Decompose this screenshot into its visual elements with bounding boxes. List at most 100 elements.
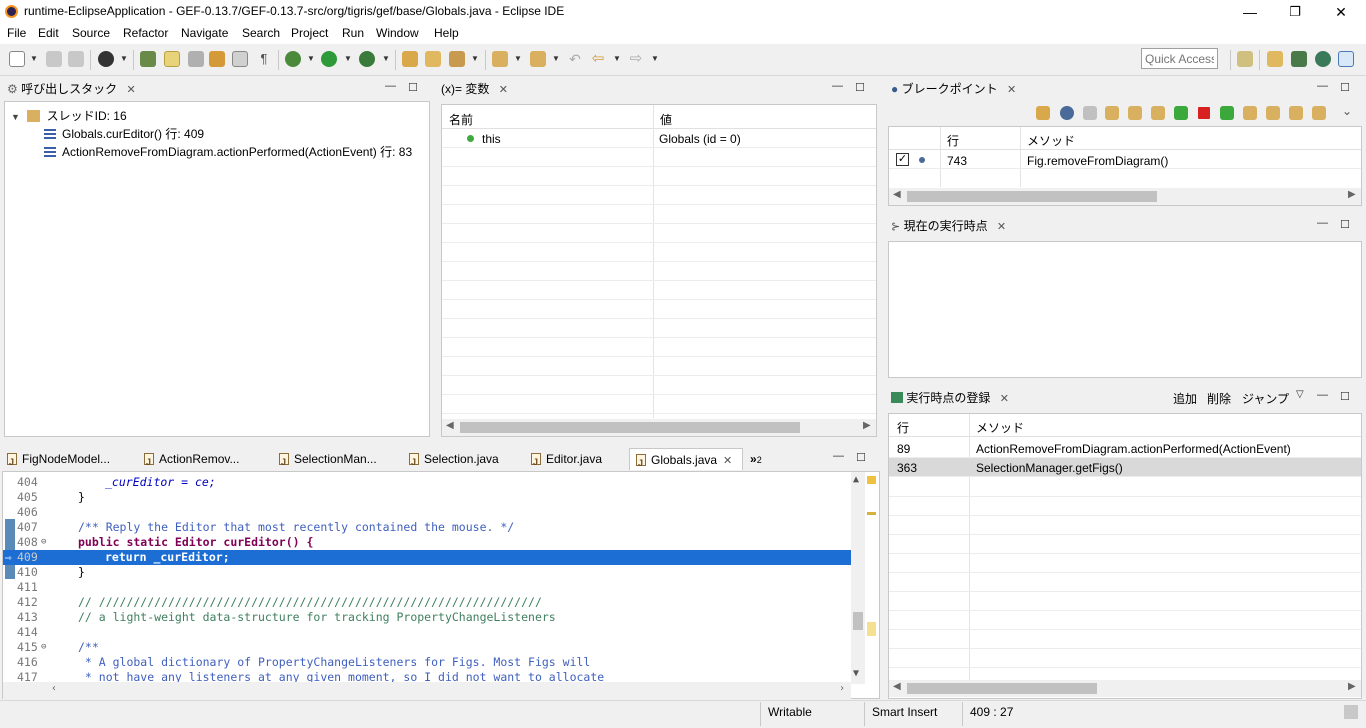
search-tool-icon[interactable]	[449, 51, 465, 67]
minimize-icon[interactable]: —	[832, 80, 843, 92]
fold-icon[interactable]: ⊖	[41, 640, 46, 655]
enabled-checkbox[interactable]: ✓	[896, 153, 909, 166]
menu-window[interactable]: Window	[376, 26, 419, 40]
maximize-icon[interactable]: ☐	[856, 451, 866, 464]
java-ee-perspective-icon[interactable]	[1267, 51, 1283, 67]
scroll-down-icon[interactable]: ▼	[853, 668, 859, 679]
save-icon[interactable]	[46, 51, 62, 67]
scroll-right-icon[interactable]: ▶	[1348, 189, 1356, 200]
external-tools-dropdown-icon[interactable]: ▼	[382, 54, 390, 63]
tab-actionremove[interactable]: ActionRemov...	[144, 448, 239, 473]
previous-annotation-dropdown-icon[interactable]: ▼	[552, 54, 560, 63]
debug-icon[interactable]	[285, 51, 301, 67]
close-window-button[interactable]: ✕	[1329, 2, 1353, 22]
scroll-left-icon[interactable]: ◀	[893, 189, 901, 200]
last-edit-icon[interactable]: ↶	[567, 51, 583, 67]
minimize-icon[interactable]: —	[1317, 389, 1328, 401]
minimize-icon[interactable]: —	[1317, 217, 1328, 229]
external-tools-icon[interactable]	[359, 51, 375, 67]
scroll-thumb[interactable]	[853, 612, 863, 630]
heap-status-icon[interactable]	[1344, 705, 1358, 719]
forward-dropdown-icon[interactable]: ▼	[651, 54, 659, 63]
exec-point-row[interactable]: 89 ActionRemoveFromDiagram.actionPerform…	[889, 439, 1361, 458]
scroll-thumb[interactable]	[460, 422, 800, 433]
block-selection-icon[interactable]	[232, 51, 248, 67]
stack-frame[interactable]: Globals.curEditor() 行: 409	[44, 125, 204, 142]
horizontal-scrollbar[interactable]: ‹ ›	[3, 682, 851, 699]
minimize-icon[interactable]: —	[833, 450, 844, 462]
close-icon[interactable]: ✕	[723, 455, 732, 467]
java-perspective-icon[interactable]	[1291, 51, 1307, 67]
view-menu-icon[interactable]: ⌄	[1342, 104, 1352, 118]
tab-exec-points[interactable]: 実行時点の登録 ✕	[891, 387, 1009, 409]
step-back-over-icon[interactable]	[1266, 106, 1280, 120]
toggle-breakpoint-icon[interactable]	[140, 51, 156, 67]
add-button[interactable]: 追加	[1173, 388, 1197, 410]
terminate-icon[interactable]	[1198, 107, 1210, 119]
vertical-scrollbar[interactable]: ▲ ▼	[851, 472, 865, 684]
scroll-right-icon[interactable]: ▶	[863, 420, 871, 431]
scroll-thumb[interactable]	[907, 191, 1157, 202]
run-icon[interactable]	[321, 51, 337, 67]
back-icon[interactable]: ⇦	[590, 51, 606, 67]
open-perspective-icon[interactable]	[1237, 51, 1253, 67]
resume-icon[interactable]	[1220, 106, 1234, 120]
exec-point-row-selected[interactable]: 363 SelectionManager.getFigs()	[889, 458, 1361, 477]
tab-overflow[interactable]: »2	[750, 448, 762, 470]
overview-marker[interactable]	[867, 512, 876, 515]
open-project-icon[interactable]	[402, 51, 418, 67]
menu-refactor[interactable]: Refactor	[123, 26, 168, 40]
menu-project[interactable]: Project	[291, 26, 328, 40]
maximize-icon[interactable]: ☐	[855, 81, 865, 94]
close-icon[interactable]: ✕	[1000, 393, 1009, 405]
scroll-left-icon[interactable]: ‹	[51, 683, 57, 694]
tab-breakpoints[interactable]: ● ブレークポイント ✕	[891, 78, 1016, 100]
expand-chevron-icon[interactable]: ▼	[11, 112, 20, 122]
menu-search[interactable]: Search	[242, 26, 280, 40]
tab-fignodemodel[interactable]: FigNodeModel...	[7, 448, 110, 473]
fold-icon[interactable]: ⊖	[41, 535, 46, 550]
run-dropdown-icon[interactable]: ▼	[344, 54, 352, 63]
maximize-icon[interactable]: ☐	[1340, 218, 1350, 231]
next-annotation-icon[interactable]	[492, 51, 508, 67]
tab-editor[interactable]: Editor.java	[531, 448, 602, 473]
jump-button[interactable]: ジャンプ	[1242, 388, 1289, 410]
open-task-icon[interactable]	[209, 51, 225, 67]
menu-file[interactable]: File	[7, 26, 26, 40]
close-icon[interactable]: ✕	[1007, 84, 1016, 96]
tab-callstack[interactable]: ⚙ 呼び出しスタック ✕	[7, 78, 136, 100]
scroll-left-icon[interactable]: ◀	[893, 681, 901, 692]
skip-breakpoints-icon[interactable]	[1083, 106, 1097, 120]
code-editor[interactable]: 404 _curEditor = ce; 405} 406 407/** Repl…	[2, 471, 880, 699]
step-into-icon[interactable]	[1105, 106, 1119, 120]
new-dropdown-icon[interactable]: ▼	[30, 54, 38, 63]
scroll-right-icon[interactable]: ▶	[1348, 681, 1356, 692]
step-back-into-icon[interactable]	[1243, 106, 1257, 120]
scroll-left-icon[interactable]: ◀	[446, 420, 454, 431]
show-whitespace-icon[interactable]: ¶	[256, 51, 272, 67]
column-header-line[interactable]: 行	[947, 132, 959, 149]
scroll-right-icon[interactable]: ›	[839, 683, 845, 694]
new-icon[interactable]	[9, 51, 25, 67]
column-header-method[interactable]: メソッド	[1027, 132, 1075, 149]
profile-dropdown-icon[interactable]: ▼	[120, 54, 128, 63]
tab-variables[interactable]: (x)= 変数 ✕	[441, 78, 508, 100]
maximize-icon[interactable]: ☐	[408, 81, 418, 94]
horizontal-scrollbar[interactable]: ◀ ▶	[442, 419, 876, 436]
minimize-icon[interactable]: —	[385, 80, 396, 92]
tab-selection[interactable]: Selection.java	[409, 448, 499, 473]
step-return-icon[interactable]	[1151, 106, 1165, 120]
previous-annotation-icon[interactable]	[530, 51, 546, 67]
column-header-name[interactable]: 名前	[449, 111, 473, 128]
restore-button[interactable]: ❐	[1283, 2, 1307, 22]
view-menu-icon[interactable]: ▽	[1296, 389, 1304, 400]
column-header-method[interactable]: メソッド	[976, 419, 1024, 436]
mark-occurrences-icon[interactable]	[164, 51, 180, 67]
step-back-return-icon[interactable]	[1289, 106, 1303, 120]
resume-back-icon[interactable]	[1174, 106, 1188, 120]
import-icon[interactable]	[1036, 106, 1050, 120]
close-icon[interactable]: ✕	[126, 84, 135, 96]
minimize-button[interactable]: —	[1238, 2, 1262, 22]
quick-access-input[interactable]	[1141, 48, 1218, 69]
stack-frame[interactable]: ActionRemoveFromDiagram.actionPerformed(…	[44, 143, 412, 160]
